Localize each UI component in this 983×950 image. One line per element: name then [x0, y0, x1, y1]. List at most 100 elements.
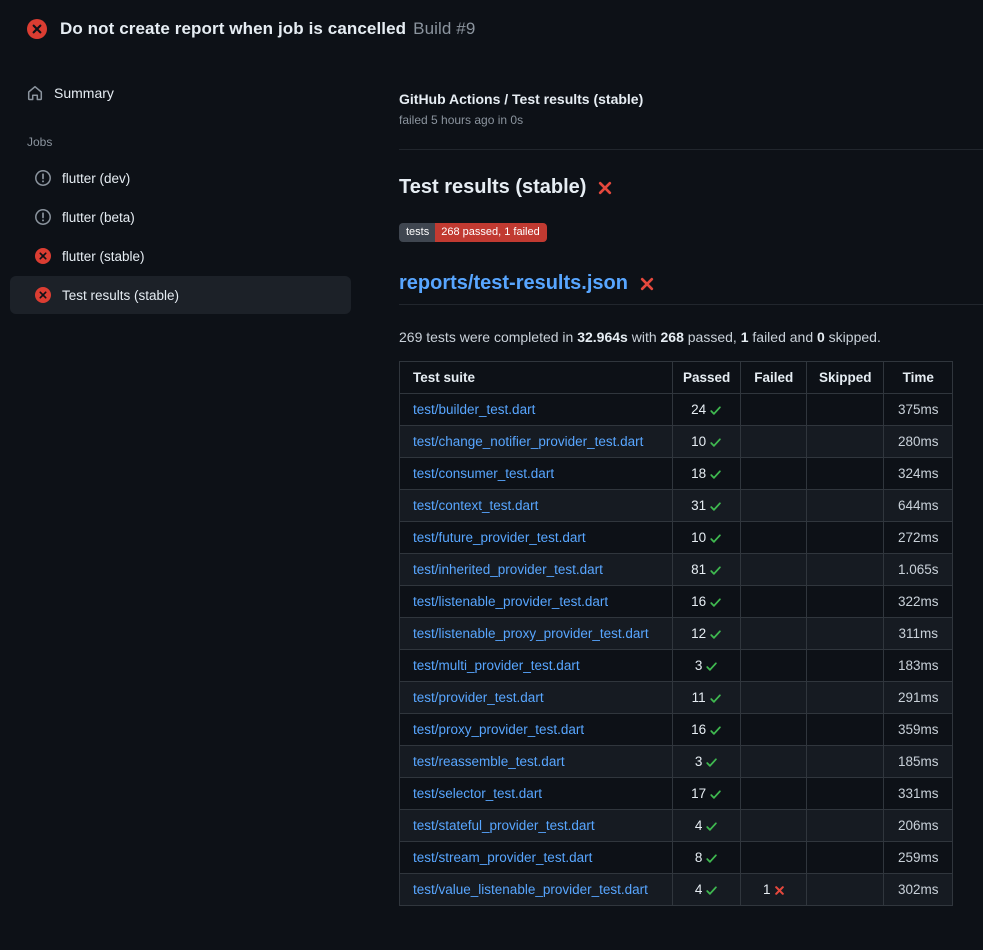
test-suite-link[interactable]: test/builder_test.dart	[413, 402, 535, 417]
time-cell: 359ms	[884, 714, 953, 746]
table-row: test/context_test.dart31644ms	[400, 490, 953, 522]
passed-value: 3	[695, 754, 719, 769]
summary-text: skipped.	[825, 329, 881, 345]
summary-duration: 32.964s	[577, 329, 628, 345]
passed-cell: 3	[673, 746, 741, 778]
test-suite-cell: test/inherited_provider_test.dart	[400, 554, 673, 586]
skipped-cell	[807, 778, 884, 810]
time-cell: 331ms	[884, 778, 953, 810]
table-row: test/provider_test.dart11291ms	[400, 682, 953, 714]
report-file-link[interactable]: reports/test-results.json	[399, 272, 628, 295]
divider	[399, 149, 983, 150]
failed-cell	[741, 522, 807, 554]
passed-count: 3	[695, 658, 703, 673]
sidebar-item-flutter-beta[interactable]: flutter (beta)	[10, 198, 351, 236]
test-suite-link[interactable]: test/proxy_provider_test.dart	[413, 722, 584, 737]
passed-count: 24	[691, 402, 706, 417]
x-circle-icon	[27, 19, 47, 39]
column-header-passed: Passed	[673, 362, 741, 394]
failed-x-icon	[597, 180, 613, 196]
summary-failed-count: 1	[741, 329, 749, 345]
test-suite-cell: test/builder_test.dart	[400, 394, 673, 426]
test-suite-link[interactable]: test/value_listenable_provider_test.dart	[413, 882, 648, 897]
check-run-title: Test results (stable)	[399, 176, 983, 199]
passed-cell: 10	[673, 426, 741, 458]
skipped-cell	[807, 394, 884, 426]
table-row: test/stream_provider_test.dart 8 259ms	[400, 842, 953, 874]
breadcrumb: GitHub Actions / Test results (stable)	[399, 91, 983, 107]
test-suite-link[interactable]: test/reassemble_test.dart	[413, 754, 565, 769]
skipped-cell	[807, 586, 884, 618]
x-cross-icon	[774, 885, 785, 896]
passed-cell: 8	[673, 842, 741, 874]
time-cell: 1.065s	[884, 554, 953, 586]
page-title-text: Do not create report when job is cancell…	[60, 19, 406, 38]
passed-value: 31	[691, 498, 722, 513]
test-suite-link[interactable]: test/multi_provider_test.dart	[413, 658, 580, 673]
time-cell: 206ms	[884, 810, 953, 842]
skipped-cell	[807, 522, 884, 554]
check-icon	[709, 436, 722, 449]
check-icon	[705, 756, 718, 769]
test-suite-link[interactable]: test/provider_test.dart	[413, 690, 544, 705]
sidebar-item-test-results-stable[interactable]: Test results (stable)	[10, 276, 351, 314]
failed-x-icon	[639, 276, 655, 292]
sidebar-item-flutter-dev[interactable]: flutter (dev)	[10, 159, 351, 197]
column-header-time: Time	[884, 362, 953, 394]
passed-value: 12	[691, 626, 722, 641]
check-icon	[705, 884, 718, 897]
passed-count: 10	[691, 434, 706, 449]
time-cell: 322ms	[884, 586, 953, 618]
summary-line: 269 tests were completed in 32.964s with…	[399, 329, 983, 345]
passed-value: 10	[691, 434, 722, 449]
test-suite-link[interactable]: test/stream_provider_test.dart	[413, 850, 592, 865]
sidebar-item-flutter-stable[interactable]: flutter (stable)	[10, 237, 351, 275]
failed-cell	[741, 554, 807, 586]
test-suite-cell: test/multi_provider_test.dart	[400, 650, 673, 682]
test-suite-link[interactable]: test/inherited_provider_test.dart	[413, 562, 603, 577]
test-suite-link[interactable]: test/context_test.dart	[413, 498, 538, 513]
skipped-cell	[807, 842, 884, 874]
test-suite-link[interactable]: test/listenable_proxy_provider_test.dart	[413, 626, 649, 641]
failed-cell	[741, 458, 807, 490]
passed-cell: 10	[673, 522, 741, 554]
badge-label: tests	[399, 223, 435, 242]
passed-cell: 16	[673, 714, 741, 746]
test-suite-cell: test/listenable_proxy_provider_test.dart	[400, 618, 673, 650]
test-suite-cell: test/reassemble_test.dart	[400, 746, 673, 778]
passed-cell: 3	[673, 650, 741, 682]
skipped-cell	[807, 714, 884, 746]
sidebar-item-summary[interactable]: Summary	[10, 77, 351, 109]
sidebar-item-label: flutter (beta)	[62, 210, 135, 225]
main-content: GitHub Actions / Test results (stable) f…	[383, 57, 983, 906]
test-suite-link[interactable]: test/listenable_provider_test.dart	[413, 594, 608, 609]
test-suite-link[interactable]: test/future_provider_test.dart	[413, 530, 586, 545]
test-suite-cell: test/stateful_provider_test.dart	[400, 810, 673, 842]
time-cell: 311ms	[884, 618, 953, 650]
results-table: Test suitePassedFailedSkippedTime test/b…	[399, 361, 953, 906]
test-suite-cell: test/proxy_provider_test.dart	[400, 714, 673, 746]
failed-cell	[741, 842, 807, 874]
test-suite-link[interactable]: test/selector_test.dart	[413, 786, 542, 801]
test-suite-link[interactable]: test/consumer_test.dart	[413, 466, 554, 481]
table-row: test/change_notifier_provider_test.dart 1…	[400, 426, 953, 458]
failed-cell	[741, 490, 807, 522]
passed-value: 18	[691, 466, 722, 481]
test-suite-cell: test/listenable_provider_test.dart	[400, 586, 673, 618]
check-icon	[709, 724, 722, 737]
alert-circle-icon	[35, 170, 51, 186]
passed-cell: 18	[673, 458, 741, 490]
time-cell: 259ms	[884, 842, 953, 874]
test-suite-link[interactable]: test/change_notifier_provider_test.dart	[413, 434, 643, 449]
jobs-list: flutter (dev) flutter (beta) flutter (stab…	[10, 159, 351, 314]
passed-count: 17	[691, 786, 706, 801]
summary-text: with	[628, 329, 661, 345]
passed-count: 18	[691, 466, 706, 481]
test-suite-cell: test/future_provider_test.dart	[400, 522, 673, 554]
passed-cell: 31	[673, 490, 741, 522]
check-run-title-text: Test results (stable)	[399, 176, 586, 199]
test-suite-link[interactable]: test/stateful_provider_test.dart	[413, 818, 595, 833]
failed-cell	[741, 586, 807, 618]
passed-value: 16	[691, 594, 722, 609]
failed-value: 1	[763, 882, 785, 897]
